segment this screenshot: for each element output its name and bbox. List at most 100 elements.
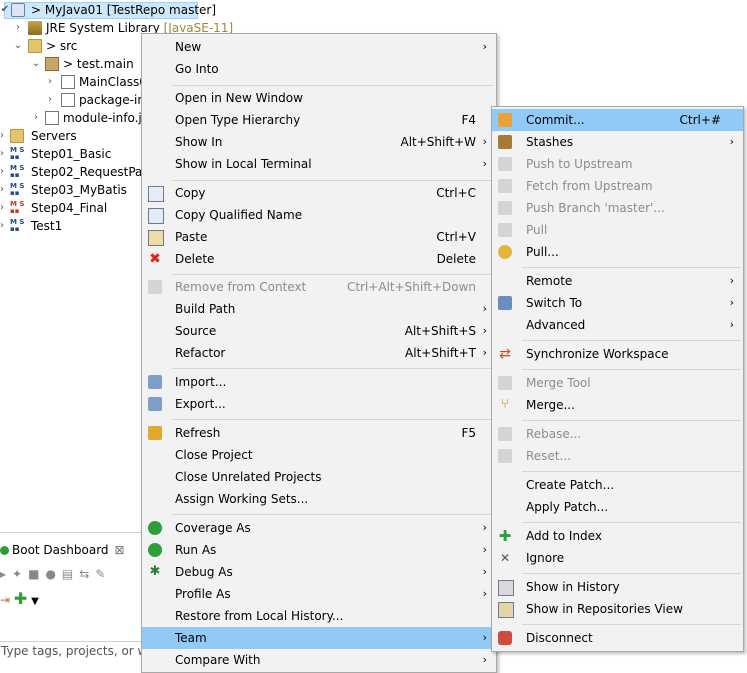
open-config-icon[interactable]: ⇆ — [79, 567, 95, 581]
menu-item-add-to-index[interactable]: ✚ Add to Index — [492, 525, 743, 547]
console-icon[interactable]: ▤ — [62, 567, 79, 581]
menu-item-push-upstream[interactable]: Push to Upstream — [492, 153, 743, 175]
menu-item-commit[interactable]: Commit... Ctrl+# — [492, 109, 743, 131]
java-project-icon — [11, 3, 25, 17]
menu-item-pull-dialog[interactable]: Pull... — [492, 241, 743, 263]
submenu-arrow-icon: › — [482, 565, 487, 578]
reset-icon — [498, 449, 512, 463]
pause-icon[interactable]: ● — [45, 567, 61, 581]
paste-icon — [148, 230, 164, 246]
chevron-down-icon[interactable]: ⌄ — [13, 37, 23, 55]
menu-item-show-in[interactable]: Show In Alt+Shift+W › — [142, 131, 496, 153]
menu-item-close-project[interactable]: Close Project — [142, 444, 496, 466]
source-folder-icon — [28, 39, 42, 53]
menu-item-remove-from-context[interactable]: Remove from Context Ctrl+Alt+Shift+Down — [142, 276, 496, 298]
menu-item-export[interactable]: Export... — [142, 393, 496, 415]
menu-item-ignore[interactable]: ✕ Ignore — [492, 547, 743, 569]
chevron-right-icon[interactable]: › — [0, 199, 7, 217]
menu-item-pull[interactable]: Pull — [492, 219, 743, 241]
menu-item-copy[interactable]: Copy Ctrl+C — [142, 182, 496, 204]
menu-item-close-unrelated-projects[interactable]: Close Unrelated Projects — [142, 466, 496, 488]
menu-item-paste[interactable]: Paste Ctrl+V — [142, 226, 496, 248]
menu-item-refactor[interactable]: Refactor Alt+Shift+T › — [142, 342, 496, 364]
spring-project-icon: M S ▪▪ — [10, 218, 25, 233]
close-icon[interactable]: ⊠ — [115, 543, 125, 557]
menu-item-advanced[interactable]: Advanced › — [492, 314, 743, 336]
menu-item-create-patch[interactable]: Create Patch... — [492, 474, 743, 496]
chevron-down-icon[interactable]: ⌄ — [31, 55, 41, 73]
chevron-right-icon[interactable]: › — [0, 163, 7, 181]
submenu-arrow-icon: › — [482, 543, 487, 556]
chevron-right-icon[interactable]: › — [45, 91, 55, 109]
edit-icon[interactable]: ✎ — [95, 567, 111, 581]
menu-separator — [172, 419, 494, 420]
menu-item-delete[interactable]: ✖ Delete Delete — [142, 248, 496, 270]
menu-item-rebase[interactable]: Rebase... — [492, 423, 743, 445]
menu-item-synchronize-workspace[interactable]: ⇄ Synchronize Workspace — [492, 343, 743, 365]
remove-context-icon — [148, 280, 162, 294]
menu-item-reset[interactable]: Reset... — [492, 445, 743, 467]
menu-item-show-local-terminal[interactable]: Show in Local Terminal › — [142, 153, 496, 175]
chevron-right-icon[interactable]: › — [45, 73, 55, 91]
chevron-right-icon[interactable]: › — [0, 145, 7, 163]
chevron-right-icon[interactable]: › — [0, 127, 7, 145]
menu-item-show-in-history[interactable]: Show in History — [492, 576, 743, 598]
menu-item-run-as[interactable]: Run As › — [142, 539, 496, 561]
menu-item-profile-as[interactable]: Profile As › — [142, 583, 496, 605]
restart-icon[interactable]: ▸ — [0, 567, 12, 581]
submenu-arrow-icon: › — [729, 135, 734, 148]
menu-item-source[interactable]: Source Alt+Shift+S › — [142, 320, 496, 342]
menu-item-open-type-hierarchy[interactable]: Open Type Hierarchy F4 — [142, 109, 496, 131]
add-icon[interactable]: ✚ — [14, 589, 27, 608]
menu-item-team[interactable]: Team › — [142, 627, 496, 649]
menu-item-coverage-as[interactable]: Coverage As › — [142, 517, 496, 539]
delete-icon: ✖ — [149, 251, 161, 267]
tree-item-myjava01[interactable]: ✔ > MyJava01 [TestRepo master] — [0, 1, 216, 19]
expand-icon[interactable]: ⇥ — [0, 593, 10, 607]
menu-item-apply-patch[interactable]: Apply Patch... — [492, 496, 743, 518]
chevron-right-icon[interactable]: › — [13, 19, 23, 37]
menu-item-copy-qualified-name[interactable]: Copy Qualified Name — [142, 204, 496, 226]
submenu-arrow-icon: › — [482, 135, 487, 148]
menu-separator — [172, 85, 494, 86]
submenu-arrow-icon: › — [729, 296, 734, 309]
menu-separator — [522, 471, 741, 472]
menu-item-open-new-window[interactable]: Open in New Window — [142, 87, 496, 109]
menu-item-go-into[interactable]: Go Into — [142, 58, 496, 80]
menu-separator — [172, 514, 494, 515]
stop-icon[interactable]: ■ — [28, 567, 45, 581]
menu-item-merge-tool[interactable]: Merge Tool — [492, 372, 743, 394]
chevron-right-icon[interactable]: › — [31, 109, 41, 127]
submenu-arrow-icon: › — [482, 346, 487, 359]
boot-dashboard-tab[interactable]: Boot Dashboard ⊠ — [0, 541, 125, 559]
chevron-right-icon[interactable]: › — [0, 181, 7, 199]
menu-item-import[interactable]: Import... — [142, 371, 496, 393]
menu-item-push-branch[interactable]: Push Branch 'master'... — [492, 197, 743, 219]
debug-restart-icon[interactable]: ✦ — [12, 567, 28, 581]
menu-item-switch-to[interactable]: Switch To › — [492, 292, 743, 314]
run-icon — [148, 543, 162, 557]
menu-item-fetch-upstream[interactable]: Fetch from Upstream — [492, 175, 743, 197]
chevron-down-icon[interactable]: ✔ — [0, 1, 10, 19]
menu-item-debug-as[interactable]: ✱ Debug As › — [142, 561, 496, 583]
menu-item-disconnect[interactable]: Disconnect — [492, 627, 743, 649]
menu-item-show-in-repositories[interactable]: Show in Repositories View — [492, 598, 743, 620]
menu-item-assign-working-sets[interactable]: Assign Working Sets... — [142, 488, 496, 510]
menu-separator — [172, 368, 494, 369]
boot-toolbar-secondary: ⇥ ✚ ▼ — [0, 589, 39, 608]
dropdown-icon[interactable]: ▼ — [31, 596, 39, 607]
menu-item-build-path[interactable]: Build Path › — [142, 298, 496, 320]
java-file-icon — [61, 75, 75, 89]
menu-item-compare-with[interactable]: Compare With › — [142, 649, 496, 671]
menu-item-restore-local-history[interactable]: Restore from Local History... — [142, 605, 496, 627]
menu-item-stashes[interactable]: Stashes › — [492, 131, 743, 153]
menu-item-refresh[interactable]: Refresh F5 — [142, 422, 496, 444]
commit-icon — [498, 113, 512, 127]
menu-item-remote[interactable]: Remote › — [492, 270, 743, 292]
chevron-right-icon[interactable]: › — [0, 217, 7, 235]
boot-filter-input[interactable]: Type tags, projects, or wor — [0, 641, 142, 661]
boot-dashboard-panel: Boot Dashboard ⊠ ▸✦■●▤⇆✎ ⇥ ✚ ▼ Type tags,… — [0, 532, 142, 661]
menu-item-merge[interactable]: ⑂ Merge... — [492, 394, 743, 416]
submenu-arrow-icon: › — [482, 302, 487, 315]
menu-item-new[interactable]: New › — [142, 36, 496, 58]
